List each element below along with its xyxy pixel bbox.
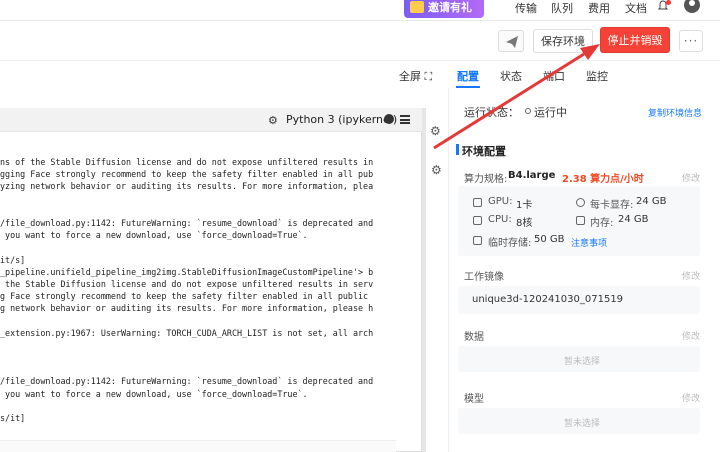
data-title: 数据 <box>464 332 484 343</box>
expand-icon: ⛶ <box>424 70 433 83</box>
image-title: 工作镜像 <box>464 272 504 283</box>
spec-value: B4.large <box>508 170 556 181</box>
more-button[interactable]: ··· <box>679 30 703 52</box>
output-line: you want to force a new download, use `f… <box>0 388 308 399</box>
output-line: it/s] <box>0 254 26 265</box>
notice-link[interactable]: 注意事项 <box>571 236 607 249</box>
nav-queue[interactable]: 队列 <box>551 0 573 16</box>
output-line: g network behavior or auditing its resul… <box>0 303 374 314</box>
model-title: 模型 <box>464 394 484 405</box>
notification-dot <box>666 0 671 5</box>
output-line: g Face strongly recommend to keep the sa… <box>0 291 369 302</box>
side-strip <box>426 108 448 452</box>
run-status-label: 运行状态： <box>464 106 519 119</box>
save-environment-button[interactable]: 保存环境 <box>533 29 593 53</box>
edit-data-link[interactable]: 修改 <box>682 329 700 342</box>
vram-label: 每卡显存: <box>590 200 634 211</box>
kernel-status-icon <box>384 114 394 124</box>
divider <box>448 88 449 452</box>
send-button[interactable] <box>498 30 524 52</box>
output-line: ns of the Stable Diffusion license and d… <box>0 157 374 167</box>
stop-and-destroy-button[interactable]: 停止并销毁 <box>600 27 670 53</box>
fullscreen-label: 全屏 <box>399 70 421 83</box>
edit-image-link[interactable]: 修改 <box>682 269 700 282</box>
tab-status[interactable]: 状态 <box>500 68 522 84</box>
spec-label: 算力规格: <box>464 174 508 185</box>
nav-transfer[interactable]: 传输 <box>515 0 537 16</box>
tab-monitor[interactable]: 监控 <box>586 68 608 84</box>
tab-ports[interactable]: 端口 <box>543 68 565 84</box>
paper-plane-icon <box>506 36 518 48</box>
menu-icon[interactable] <box>400 115 410 124</box>
memory-value: 24 GB <box>618 214 649 225</box>
output-line: _pipeline.unifield_pipeline_img2img.Stab… <box>0 266 374 277</box>
kernel-settings-icon[interactable]: ⚙ <box>268 114 278 127</box>
output-line: yzing network behavior or auditing its r… <box>0 181 374 192</box>
output-line: you want to force a new download, use `f… <box>0 230 308 241</box>
memory-icon <box>576 216 585 225</box>
edit-model-link[interactable]: 修改 <box>682 391 700 404</box>
output-line: /file_download.py:1142: FutureWarning: `… <box>0 376 374 387</box>
gpu-label: GPU: <box>488 196 513 207</box>
settings-gear-icon[interactable]: ⚙ <box>431 163 442 177</box>
top-bar <box>0 0 720 20</box>
env-config-title: 环境配置 <box>462 145 506 158</box>
settings-gear-icon[interactable]: ⚙ <box>430 124 441 138</box>
cpu-icon <box>473 216 482 225</box>
data-empty-text: 暂未选择 <box>564 357 601 367</box>
output-line: gging Face strongly recommend to keep th… <box>0 169 374 180</box>
nav-billing[interactable]: 费用 <box>588 0 610 16</box>
output-line: _extension.py:1967: UserWarning: TORCH_C… <box>0 327 374 338</box>
invite-button[interactable]: 邀请有礼 <box>404 0 484 18</box>
storage-icon <box>473 236 482 245</box>
notebook-input-cell[interactable] <box>0 440 396 452</box>
image-value: unique3d-120241030_071519 <box>472 294 624 305</box>
model-empty-text: 暂未选择 <box>564 419 601 429</box>
section-marker <box>456 144 459 155</box>
output-line: s/it] <box>0 412 26 423</box>
vram-value: 24 GB <box>636 196 667 207</box>
notebook-output: ns of the Stable Diffusion license and d… <box>0 156 396 424</box>
gpu-value: 1卡 <box>516 200 533 211</box>
temp-storage-value: 50 GB <box>534 234 565 245</box>
cpu-value: 8核 <box>516 218 533 229</box>
invite-label: 邀请有礼 <box>428 1 472 14</box>
memory-label: 内存: <box>590 218 614 229</box>
kernel-name[interactable]: Python 3 (ipykernel) <box>286 113 397 126</box>
fullscreen-button[interactable]: 全屏 ⛶ <box>399 68 432 84</box>
nav-docs[interactable]: 文档 <box>625 0 647 16</box>
edit-spec-link[interactable]: 修改 <box>682 171 700 184</box>
copy-env-info-link[interactable]: 复制环境信息 <box>648 106 702 119</box>
tab-config[interactable]: 配置 <box>457 68 479 84</box>
output-line: the Stable Diffusion license and do not … <box>0 278 374 289</box>
cpu-label: CPU: <box>488 214 512 225</box>
gift-icon <box>410 1 424 13</box>
gpu-icon <box>473 198 482 207</box>
price-value: 2.38 算力点/小时 <box>562 174 644 185</box>
temp-storage-label: 临时存储: <box>488 238 532 249</box>
output-line: /file_download.py:1142: FutureWarning: `… <box>0 217 374 228</box>
vram-icon <box>576 198 585 207</box>
status-indicator-icon <box>525 108 531 114</box>
run-status-value: 运行中 <box>534 106 567 119</box>
